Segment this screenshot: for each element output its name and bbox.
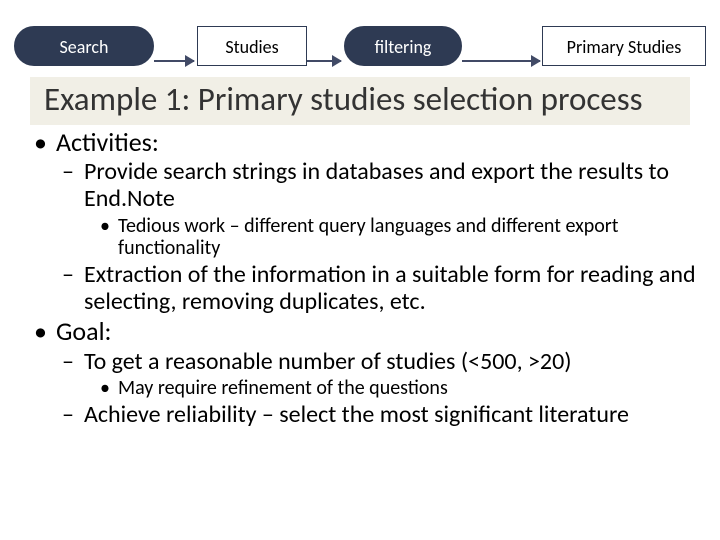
flow-step-studies: Studies (197, 26, 307, 66)
process-flow: Search Studies filtering Primary Studies (0, 20, 720, 72)
flow-step-primary: Primary Studies (542, 26, 706, 66)
bullet-goal1-sub: May require refinement of the questions (20, 377, 700, 399)
bullet-act2: Extraction of the information in a suita… (20, 262, 700, 316)
arrow-icon (307, 60, 341, 62)
bullet-goal2: Achieve reliability – select the most si… (20, 402, 700, 429)
slide-title: Example 1: Primary studies selection pro… (30, 77, 690, 125)
flow-step-filtering: filtering (344, 26, 462, 66)
flow-step-search: Search (14, 26, 154, 66)
bullet-act1-sub: Tedious work – different query languages… (20, 215, 700, 260)
slide: Search Studies filtering Primary Studies… (0, 0, 720, 540)
bullet-goal: Goal: (20, 317, 700, 346)
arrow-icon (462, 60, 540, 62)
bullet-activities: Activities: (20, 128, 700, 157)
slide-body: Activities: Provide search strings in da… (20, 126, 700, 431)
bullet-act1: Provide search strings in databases and … (20, 159, 700, 213)
arrow-icon (154, 60, 194, 62)
bullet-goal1: To get a reasonable number of studies (<… (20, 349, 700, 376)
